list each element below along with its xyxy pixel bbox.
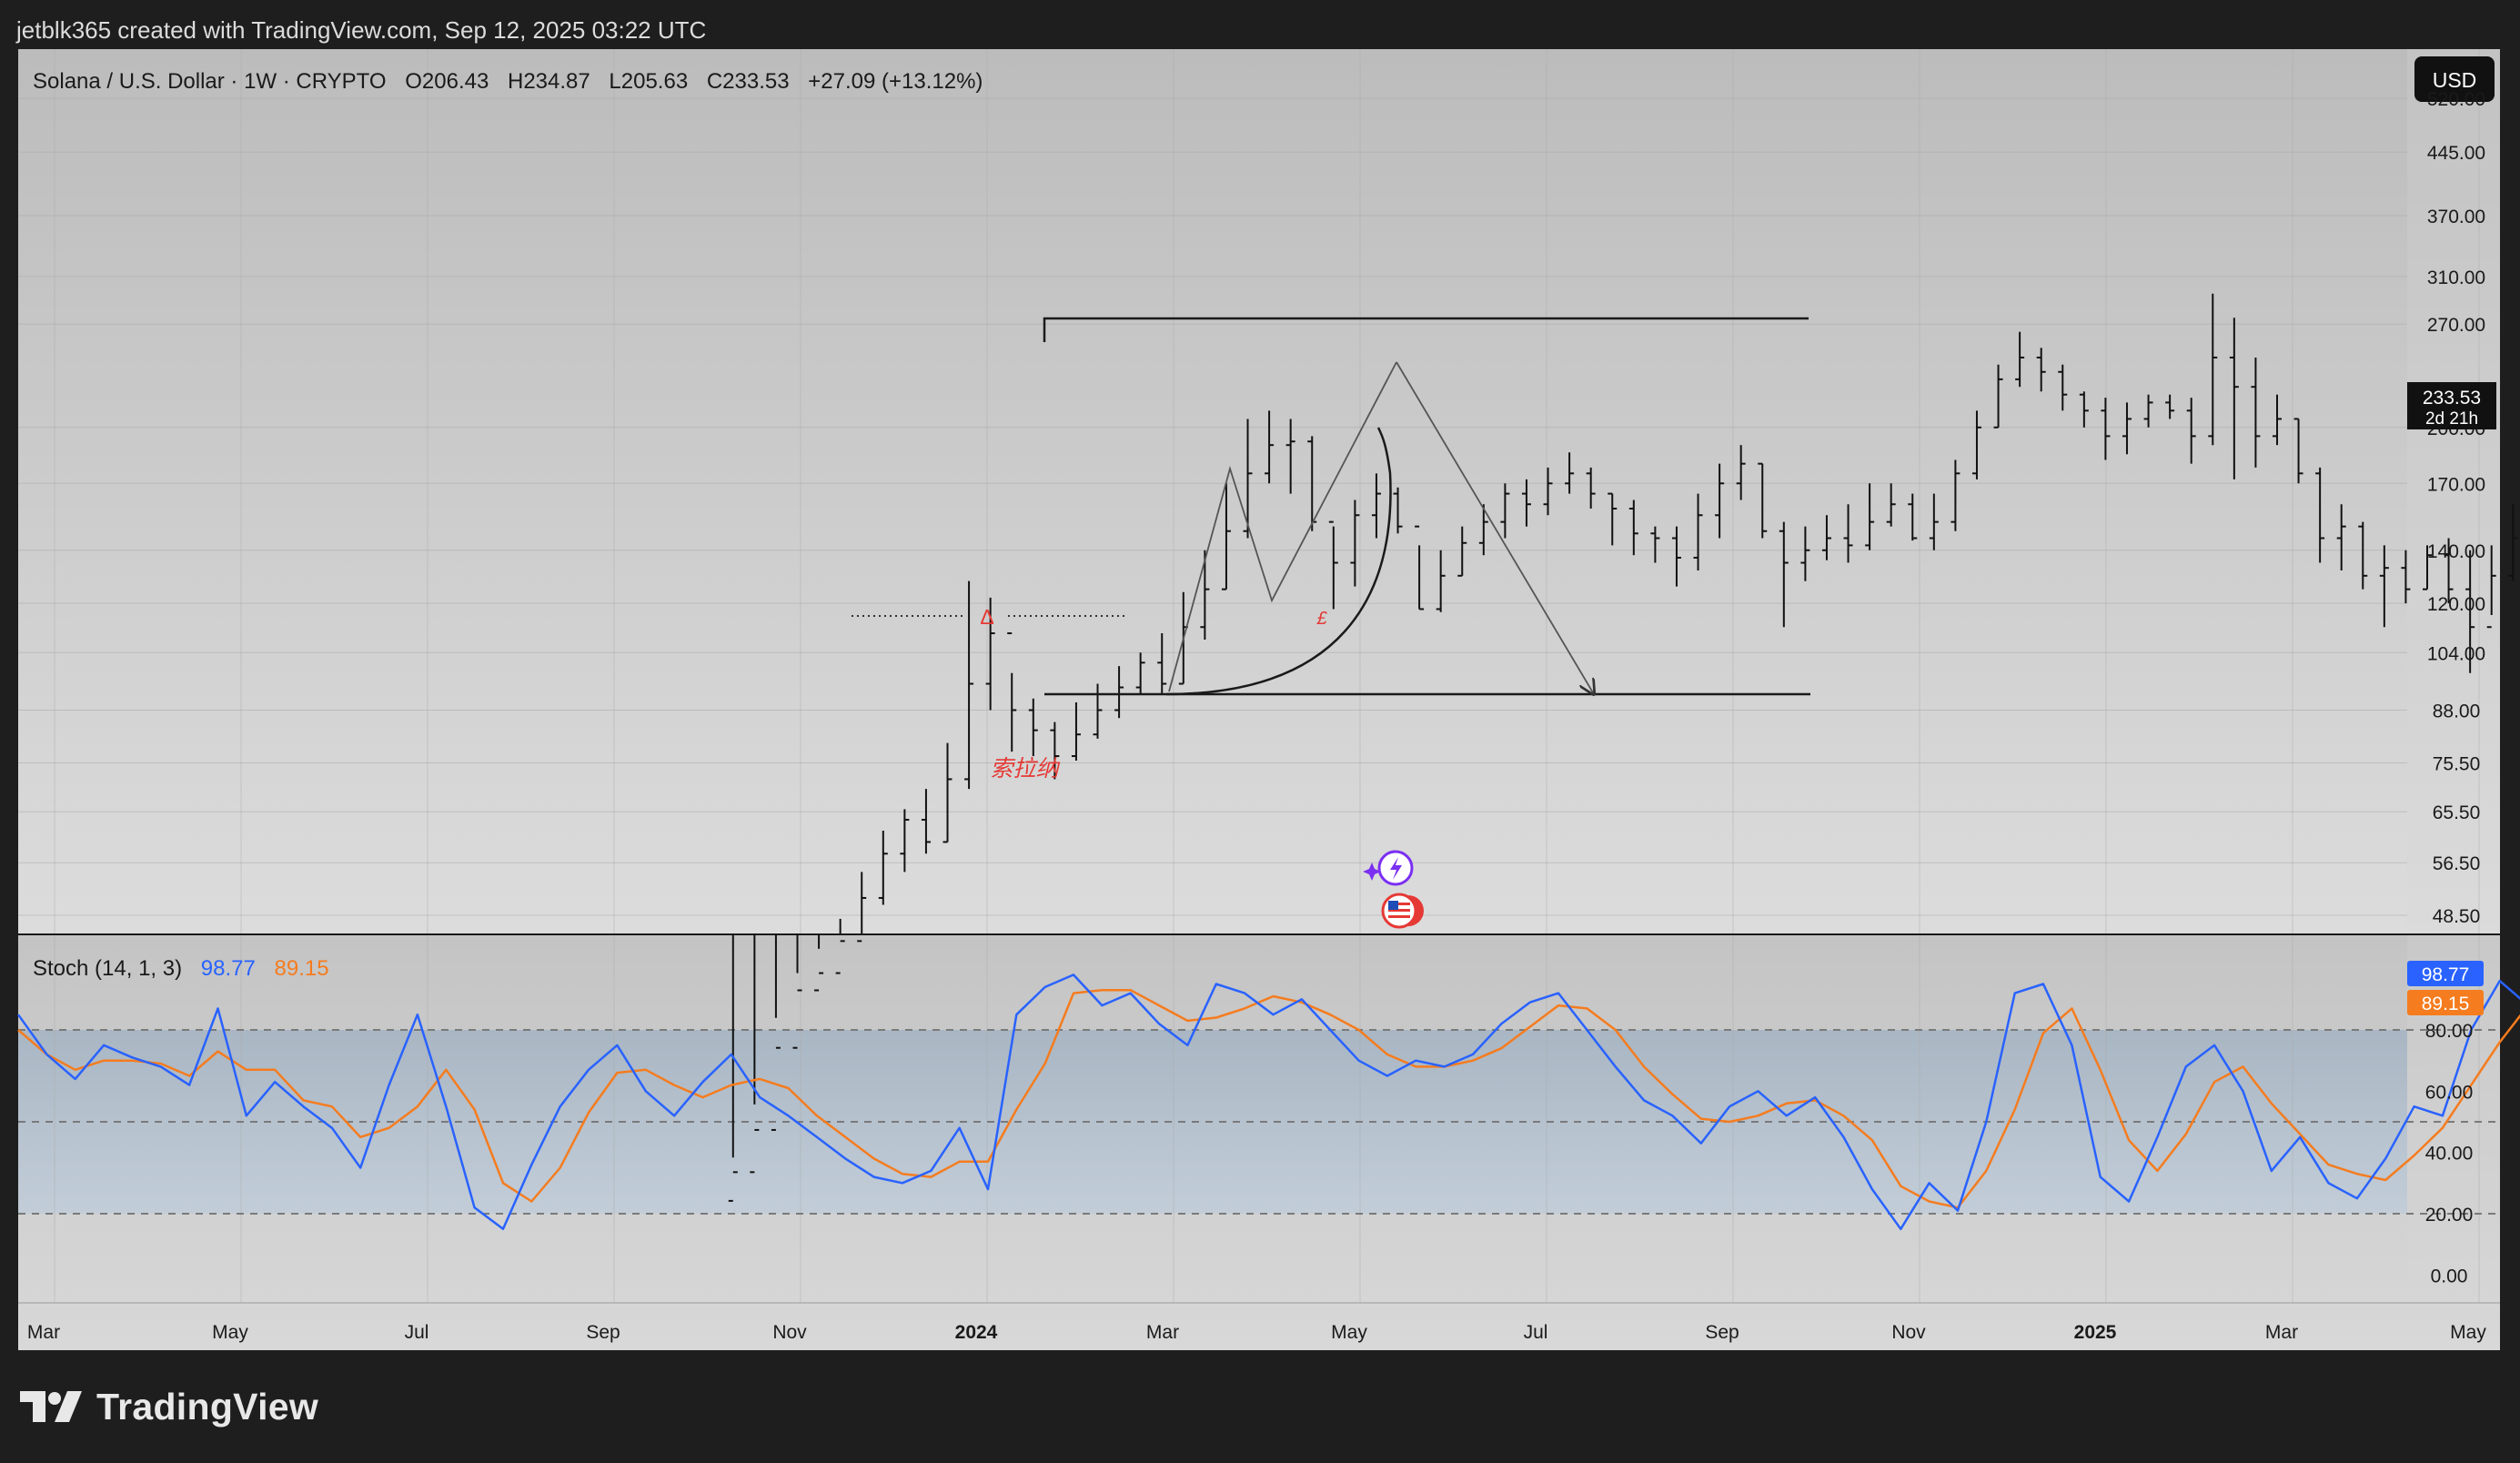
stoch-tick-label: 60.00 bbox=[2425, 1082, 2474, 1103]
stoch-d-badge-label: 89.15 bbox=[2422, 994, 2470, 1014]
time-axis-label: Jul bbox=[405, 1322, 429, 1343]
stoch-d-badge: 89.15 bbox=[2407, 990, 2484, 1015]
price-tick-label: 445.00 bbox=[2427, 143, 2485, 164]
ohlc-bar bbox=[2508, 504, 2518, 581]
stoch-d-value: 89.15 bbox=[275, 956, 329, 981]
open-value: O206.43 bbox=[405, 69, 489, 94]
change-value: +27.09 (+13.12%) bbox=[808, 69, 983, 94]
time-axis-label: Sep bbox=[586, 1322, 620, 1343]
time-axis-label: Mar bbox=[2265, 1322, 2298, 1343]
time-axis-label: Jul bbox=[1524, 1322, 1548, 1343]
time-axis-label: May bbox=[1331, 1322, 1367, 1343]
brand-name: TradingView bbox=[96, 1385, 319, 1428]
price-tick-label: 370.00 bbox=[2427, 207, 2485, 227]
low-value: L205.63 bbox=[609, 69, 688, 94]
stoch-k-value: 98.77 bbox=[201, 956, 256, 981]
stoch-title: Stoch (14, 1, 3) bbox=[33, 956, 182, 981]
stoch-tick-label: 80.00 bbox=[2425, 1021, 2474, 1042]
tradingview-logo-icon bbox=[20, 1391, 82, 1422]
chart-canvas[interactable]: Δ £ 索拉纳 Solana / U.S. Dollar · 1W · CRYP… bbox=[0, 0, 2520, 1463]
price-tick-label: 120.00 bbox=[2427, 594, 2485, 615]
price-tick-label: 48.50 bbox=[2433, 906, 2481, 927]
price-pane[interactable] bbox=[18, 49, 2500, 933]
time-axis-label: Nov bbox=[1891, 1322, 1926, 1343]
price-tick-label: 140.00 bbox=[2427, 541, 2485, 562]
price-tick-label: 520.00 bbox=[2427, 89, 2485, 110]
time-axis-label: Sep bbox=[1705, 1322, 1739, 1343]
stoch-k-badge-label: 98.77 bbox=[2422, 964, 2470, 985]
pound-annotation: £ bbox=[1315, 609, 1327, 629]
tradingview-logo[interactable]: TradingView bbox=[20, 1379, 318, 1434]
stoch-k-badge: 98.77 bbox=[2407, 961, 2484, 986]
time-axis-label: Mar bbox=[1146, 1322, 1179, 1343]
time-axis-label: May bbox=[2450, 1322, 2486, 1343]
bar-countdown-label: 2d 21h bbox=[2425, 409, 2478, 429]
stoch-tick-label: 0.00 bbox=[2431, 1266, 2468, 1286]
delta-annotation: Δ bbox=[980, 605, 993, 629]
chart-legend: Solana / U.S. Dollar · 1W · CRYPTO O206.… bbox=[33, 69, 983, 94]
stoch-tick-label: 20.00 bbox=[2425, 1205, 2474, 1226]
price-tick-label: 65.50 bbox=[2433, 802, 2481, 823]
time-axis-label: Nov bbox=[772, 1322, 807, 1343]
currency-label: USD bbox=[2433, 68, 2477, 92]
price-tick-label: 170.00 bbox=[2427, 474, 2485, 495]
time-axis-label: 2024 bbox=[955, 1322, 998, 1343]
chinese-label-annotation: 索拉纳 bbox=[990, 756, 1060, 782]
time-axis-label: 2025 bbox=[2074, 1322, 2117, 1343]
time-axis-label: Mar bbox=[27, 1322, 60, 1343]
stoch-legend: Stoch (14, 1, 3) 98.77 89.15 bbox=[33, 956, 329, 981]
symbol-label: Solana / U.S. Dollar · 1W · CRYPTO bbox=[33, 69, 387, 94]
stoch-tick-label: 40.00 bbox=[2425, 1144, 2474, 1165]
high-value: H234.87 bbox=[508, 69, 590, 94]
last-price-badge: 233.53 2d 21h bbox=[2407, 382, 2496, 429]
price-tick-label: 88.00 bbox=[2433, 701, 2481, 721]
price-tick-label: 310.00 bbox=[2427, 267, 2485, 288]
close-value: C233.53 bbox=[707, 69, 790, 94]
price-tick-label: 56.50 bbox=[2433, 853, 2481, 874]
time-axis-label: May bbox=[212, 1322, 248, 1343]
us-flag-event-icon[interactable] bbox=[1381, 893, 1424, 929]
price-tick-label: 270.00 bbox=[2427, 315, 2485, 336]
price-tick-label: 104.00 bbox=[2427, 643, 2485, 664]
price-tick-label: 75.50 bbox=[2433, 753, 2481, 774]
last-price-label: 233.53 bbox=[2423, 388, 2481, 409]
